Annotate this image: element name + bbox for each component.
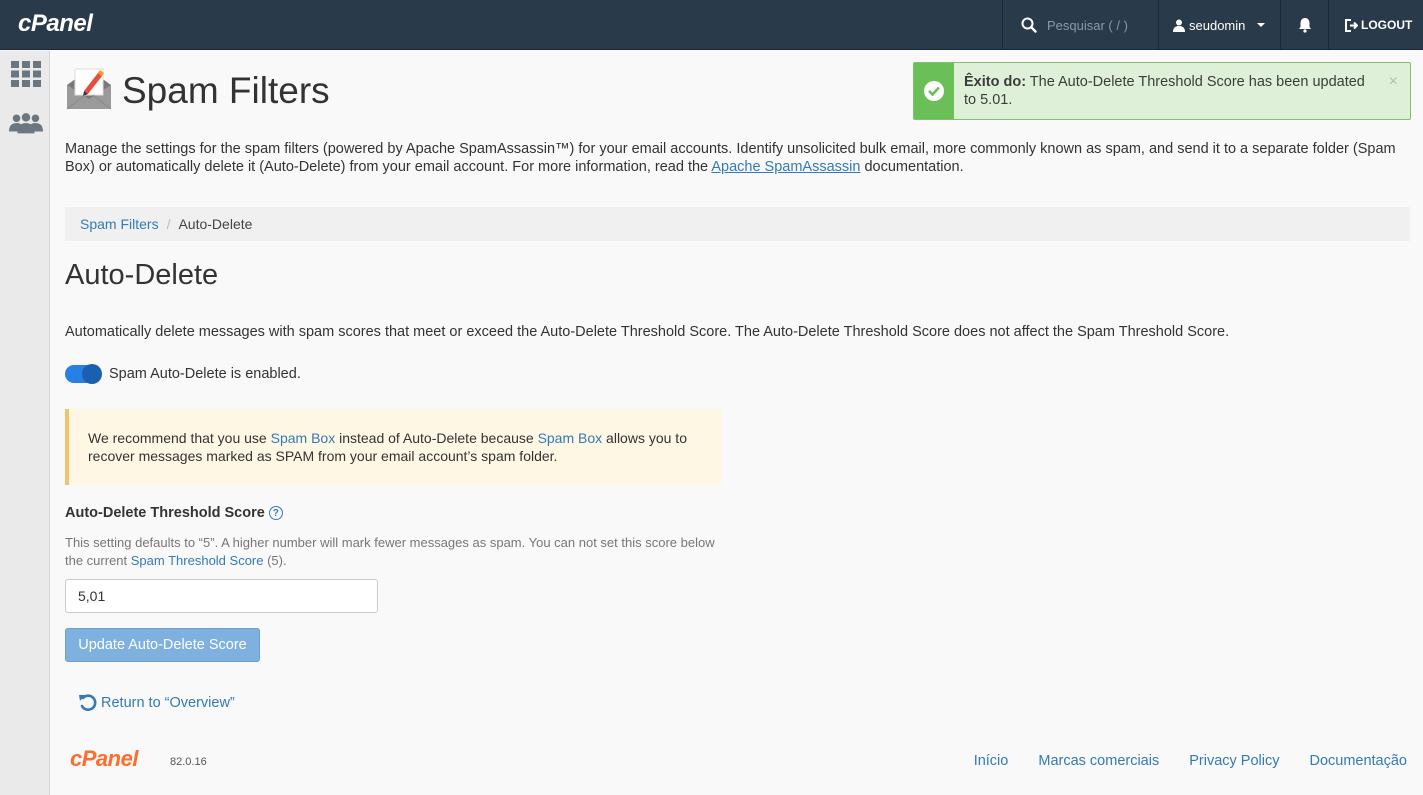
footer-cpanel-logo[interactable]: cPanel — [70, 746, 138, 772]
chevron-down-icon — [1257, 23, 1266, 27]
help-text-2: (5). — [263, 553, 287, 568]
apache-spamassassin-link[interactable]: Apache SpamAssassin — [711, 159, 860, 175]
search-placeholder: Pesquisar ( / ) — [1047, 17, 1128, 33]
notifications-button[interactable] — [1280, 0, 1328, 50]
toggle-knob — [82, 364, 102, 384]
help-icon[interactable]: ? — [268, 506, 283, 520]
return-overview-link[interactable]: Return to “Overview” — [78, 693, 235, 713]
check-circle-icon — [924, 81, 944, 101]
user-menu[interactable]: seudomin — [1158, 0, 1280, 50]
search-icon — [1021, 17, 1037, 33]
footer-link-trademarks[interactable]: Marcas comerciais — [1038, 753, 1159, 769]
breadcrumb-spam-filters[interactable]: Spam Filters — [80, 216, 159, 232]
breadcrumb-separator: / — [166, 216, 171, 232]
cpanel-logo[interactable]: cPanel — [18, 10, 93, 38]
users-button[interactable] — [9, 108, 43, 138]
footer-link-privacy[interactable]: Privacy Policy — [1189, 753, 1279, 769]
intro-suffix: documentation. — [860, 159, 964, 175]
side-nav — [0, 51, 50, 795]
breadcrumb-current: Auto-Delete — [178, 216, 253, 232]
return-link-label: Return to “Overview” — [101, 695, 235, 711]
threshold-score-input[interactable] — [65, 579, 378, 613]
toggle-label: Spam Auto-Delete is enabled. — [109, 366, 301, 382]
username: seudomin — [1189, 17, 1246, 33]
apps-grid-button[interactable] — [9, 59, 43, 89]
update-auto-delete-button[interactable]: Update Auto-Delete Score — [65, 628, 260, 662]
success-alert: Êxito do: The Auto-Delete Threshold Scor… — [913, 62, 1411, 120]
footer-link-documentation[interactable]: Documentação — [1309, 753, 1407, 769]
version-number: 82.0.16 — [170, 756, 207, 768]
alert-icon-strip — [914, 63, 954, 119]
page-intro: Manage the settings for the spam filters… — [65, 140, 1410, 176]
user-icon — [1173, 19, 1185, 32]
logout-icon — [1345, 18, 1358, 32]
logout-label: LOGOUT — [1361, 18, 1413, 32]
section-title: Auto-Delete — [65, 259, 219, 291]
auto-delete-toggle-row: Spam Auto-Delete is enabled. — [65, 364, 301, 384]
callout-text-2: instead of Auto-Delete because — [335, 430, 538, 446]
undo-icon — [79, 694, 97, 711]
logout-button[interactable]: LOGOUT — [1328, 0, 1423, 50]
alert-message: Êxito do: The Auto-Delete Threshold Scor… — [964, 73, 1379, 109]
callout-text-1: We recommend that you use — [88, 430, 271, 446]
section-description: Automatically delete messages with spam … — [65, 324, 1230, 340]
close-icon[interactable]: × — [1389, 73, 1398, 91]
auto-delete-toggle[interactable] — [65, 364, 102, 384]
footer-link-home[interactable]: Início — [974, 753, 1009, 769]
top-navbar: cPanel Pesquisar ( / ) seudomin LOGOUT — [0, 0, 1423, 50]
page-title: Spam Filters — [122, 70, 330, 111]
spam-filters-envelope-icon — [66, 68, 112, 110]
grid-icon — [11, 61, 41, 87]
search-box[interactable]: Pesquisar ( / ) — [1002, 0, 1158, 50]
alert-prefix: Êxito do: — [964, 74, 1027, 90]
recommendation-callout: We recommend that you use Spam Box inste… — [65, 409, 722, 485]
footer-links: Início Marcas comerciais Privacy Policy … — [974, 753, 1407, 769]
spam-box-link-2[interactable]: Spam Box — [538, 430, 603, 446]
spam-box-link[interactable]: Spam Box — [271, 430, 336, 446]
breadcrumb: Spam Filters / Auto-Delete — [65, 207, 1410, 241]
threshold-label: Auto-Delete Threshold Score ? — [65, 505, 283, 521]
spam-threshold-score-link[interactable]: Spam Threshold Score — [131, 553, 264, 568]
threshold-help: This setting defaults to “5”. A higher n… — [65, 534, 715, 570]
users-icon — [9, 113, 43, 134]
threshold-label-text: Auto-Delete Threshold Score — [65, 505, 265, 521]
bell-icon — [1298, 18, 1311, 33]
